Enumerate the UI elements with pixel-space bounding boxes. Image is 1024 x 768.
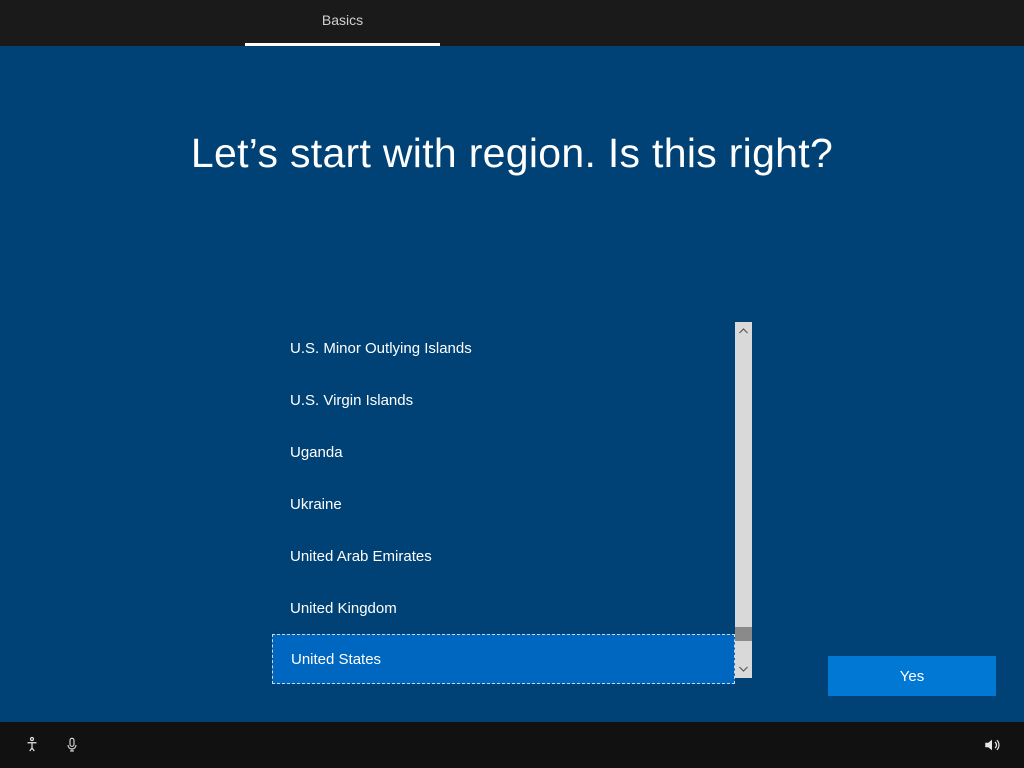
region-list-container: U.S. Minor Outlying Islands U.S. Virgin I… bbox=[272, 322, 752, 678]
list-item[interactable]: United States bbox=[272, 634, 735, 684]
list-item-label: U.S. Minor Outlying Islands bbox=[290, 340, 472, 357]
list-item-label: U.S. Virgin Islands bbox=[290, 392, 413, 409]
volume-icon[interactable] bbox=[972, 725, 1012, 765]
page-title: Let’s start with region. Is this right? bbox=[0, 46, 1024, 177]
list-item[interactable]: U.S. Virgin Islands bbox=[272, 374, 735, 426]
scrollbar[interactable] bbox=[735, 322, 752, 678]
list-item-label: United Kingdom bbox=[290, 600, 397, 617]
main-content: Let’s start with region. Is this right? … bbox=[0, 46, 1024, 722]
list-item[interactable]: Uganda bbox=[272, 426, 735, 478]
list-item-label: Ukraine bbox=[290, 496, 342, 513]
list-item[interactable]: United Kingdom bbox=[272, 582, 735, 634]
yes-button[interactable]: Yes bbox=[828, 656, 996, 696]
list-item[interactable]: U.S. Minor Outlying Islands bbox=[272, 322, 735, 374]
list-item-label: United Arab Emirates bbox=[290, 548, 432, 565]
tab-basics[interactable]: Basics bbox=[245, 0, 440, 46]
spacer bbox=[0, 0, 245, 46]
top-bar: Basics bbox=[0, 0, 1024, 46]
scrollbar-thumb[interactable] bbox=[735, 627, 752, 641]
yes-button-label: Yes bbox=[900, 668, 924, 685]
region-listbox[interactable]: U.S. Minor Outlying Islands U.S. Virgin I… bbox=[272, 322, 735, 678]
scroll-up-arrow[interactable] bbox=[735, 322, 752, 340]
list-item-label: United States bbox=[291, 651, 381, 668]
list-item[interactable]: United Arab Emirates bbox=[272, 530, 735, 582]
list-item-label: Uganda bbox=[290, 444, 343, 461]
microphone-icon[interactable] bbox=[52, 725, 92, 765]
tab-label: Basics bbox=[322, 12, 363, 28]
list-item[interactable]: Ukraine bbox=[272, 478, 735, 530]
bottom-bar bbox=[0, 722, 1024, 768]
scroll-down-arrow[interactable] bbox=[735, 660, 752, 678]
accessibility-icon[interactable] bbox=[12, 725, 52, 765]
